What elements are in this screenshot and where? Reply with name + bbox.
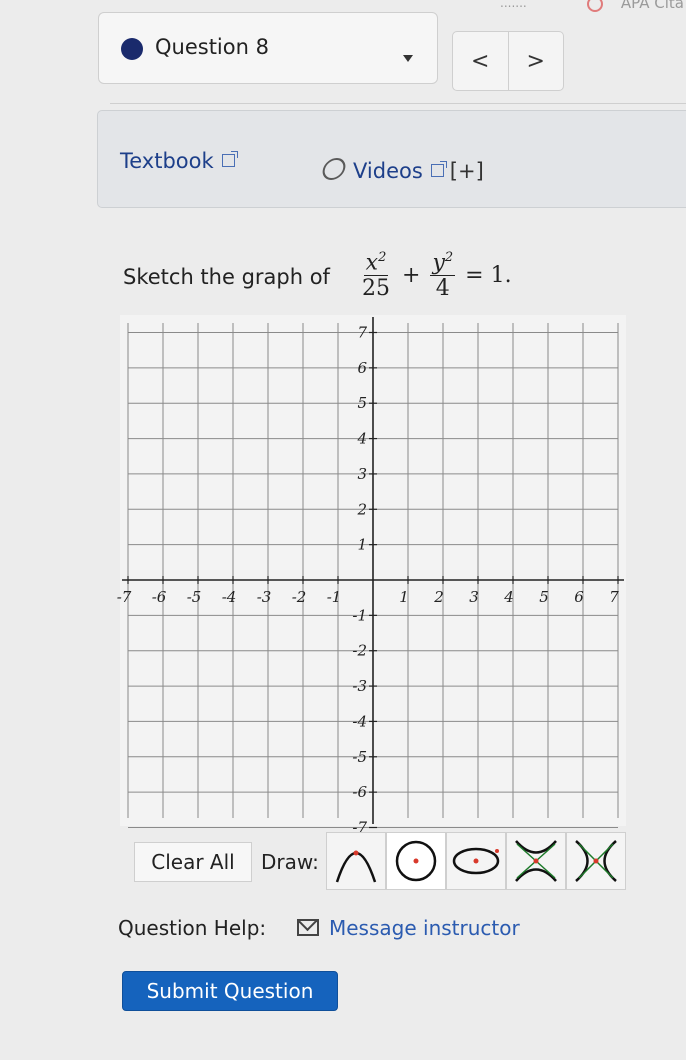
x-tick-label: -1 <box>327 588 342 606</box>
submit-question-button[interactable]: Submit Question <box>122 971 338 1011</box>
expand-button[interactable]: [+] <box>450 159 484 183</box>
resources-panel: Textbook Videos [+] <box>97 110 686 208</box>
graph-background <box>120 315 626 826</box>
y-tick-label: 6 <box>357 359 367 377</box>
question-prompt: Sketch the graph of <box>123 265 330 289</box>
y-tick-label: 3 <box>357 465 367 483</box>
divider <box>110 103 686 104</box>
hyperbola-vertical-tool[interactable] <box>506 832 566 890</box>
y-tick-label: 1 <box>357 536 367 554</box>
x-tick-label: -7 <box>117 588 132 606</box>
textbook-link[interactable]: Textbook <box>120 149 238 173</box>
video-icon <box>320 158 348 180</box>
question-label: Question 8 <box>155 35 269 59</box>
x-tick-label: 5 <box>539 588 549 606</box>
eq-denominator-y: 4 <box>435 276 450 302</box>
y-tick-label: -4 <box>352 712 367 730</box>
y-tick-label: -2 <box>352 642 367 660</box>
y-tick-label: 2 <box>356 500 367 518</box>
eq-numerator-y: y <box>432 250 445 276</box>
y-tick-label: 5 <box>357 394 367 412</box>
eq-numerator-x: x <box>365 250 379 276</box>
question-nav: < > <box>452 31 564 91</box>
hyperbola-vertical-icon <box>515 840 557 882</box>
citation-label: APA Cita <box>620 0 684 12</box>
previous-question-button[interactable]: < <box>453 32 508 90</box>
x-tick-label: -2 <box>292 588 307 606</box>
y-tick-label: 4 <box>356 430 367 448</box>
x-tick-label: -5 <box>187 588 202 606</box>
eq-rhs: = 1. <box>465 263 512 289</box>
question-status-dot <box>121 38 143 60</box>
x-tick-label: 2 <box>433 588 444 606</box>
x-tick-label: 1 <box>399 588 409 606</box>
videos-link[interactable]: Videos [+] <box>320 158 484 183</box>
x-tick-label: 4 <box>503 588 514 606</box>
citation-link[interactable]: APA Cita <box>586 0 684 12</box>
x-tick-label: -3 <box>257 588 272 606</box>
eq-exponent: 2 <box>378 250 387 265</box>
chevron-down-icon <box>403 55 413 62</box>
eq-exponent: 2 <box>444 250 454 265</box>
draw-label: Draw: <box>261 850 319 874</box>
fraction-x: x2 25 <box>360 250 392 301</box>
parabola-tool[interactable] <box>326 832 386 890</box>
question-selector[interactable]: Question 8 <box>98 12 438 84</box>
circle-icon <box>395 840 437 882</box>
eq-denominator-x: 25 <box>362 276 390 302</box>
parabola-icon <box>335 850 377 883</box>
x-tick-label: 7 <box>609 588 619 606</box>
videos-label: Videos <box>353 159 423 183</box>
x-tick-label: 3 <box>469 588 479 606</box>
x-tick-label: -4 <box>222 588 237 606</box>
clear-all-button[interactable]: Clear All <box>134 842 252 882</box>
message-instructor-label: Message instructor <box>329 916 520 940</box>
message-instructor-link[interactable]: Message instructor <box>297 916 520 940</box>
ellipse-icon <box>452 847 500 875</box>
hyperbola-horizontal-icon <box>575 840 617 882</box>
external-link-icon <box>221 151 238 167</box>
x-tick-label: -6 <box>152 588 167 606</box>
eq-plus: + <box>402 263 421 289</box>
equation: x2 25 + y2 4 = 1. <box>356 250 518 301</box>
external-link-icon <box>430 161 447 177</box>
next-question-button[interactable]: > <box>507 32 564 90</box>
y-tick-label: -1 <box>352 606 367 624</box>
y-tick-label: -5 <box>352 748 367 766</box>
y-tick-label: -6 <box>352 783 367 801</box>
y-tick-label: -3 <box>352 677 367 695</box>
envelope-icon <box>297 919 319 936</box>
question-help-label: Question Help: <box>118 916 267 940</box>
textbook-label: Textbook <box>120 149 214 173</box>
hyperbola-horizontal-tool[interactable] <box>566 832 626 890</box>
more-icon[interactable]: ....... <box>500 0 527 10</box>
ellipse-tool[interactable] <box>446 832 506 890</box>
circle-tool[interactable] <box>386 832 446 890</box>
x-tick-label: 6 <box>574 588 584 606</box>
fraction-y: y2 4 <box>430 250 456 302</box>
citation-icon <box>586 0 603 12</box>
y-tick-label: 7 <box>357 324 367 342</box>
